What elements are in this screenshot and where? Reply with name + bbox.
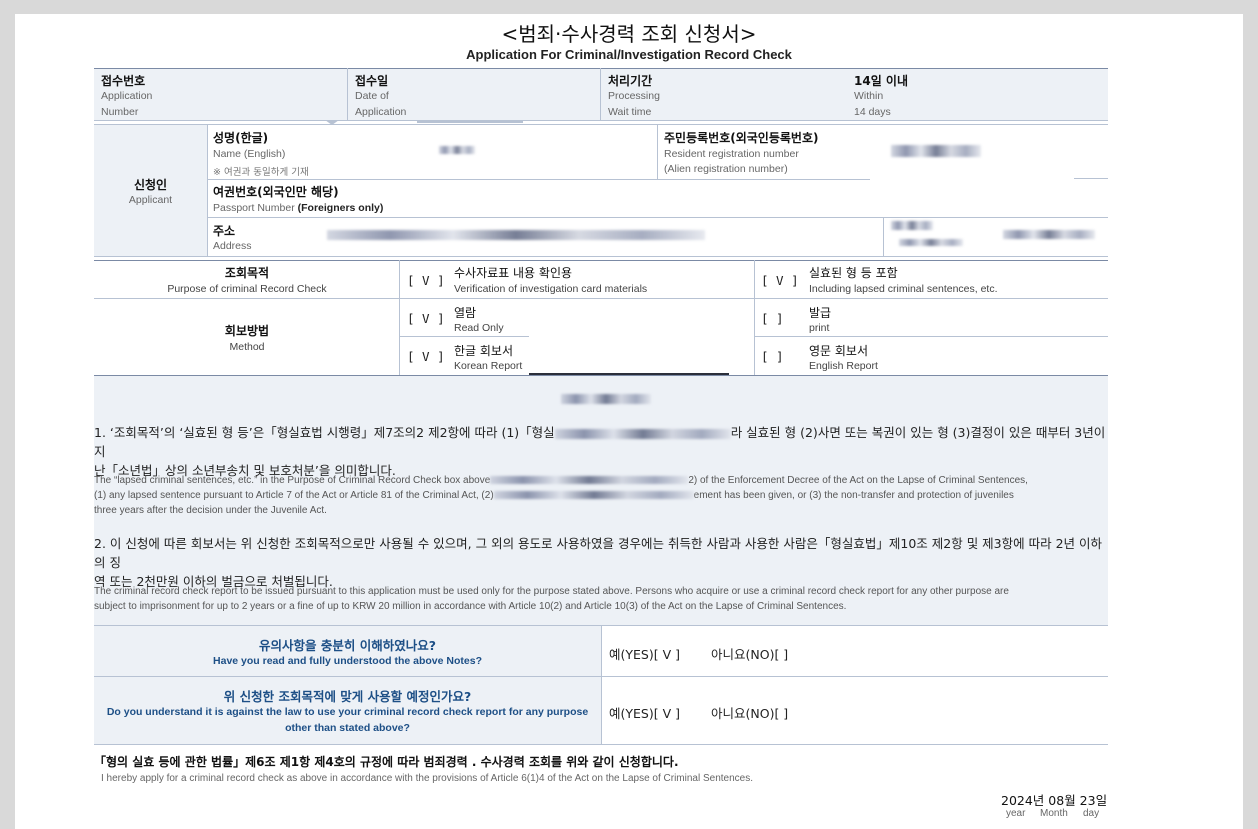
question-2-ko: 위 신청한 조회목적에 맞게 사용할 예정인가요? [223, 689, 472, 704]
application-date: 2024년 08월 23일 [1001, 793, 1108, 808]
purpose-option-2-label: 실효된 형 등 포함 [809, 266, 898, 280]
processing-period-en2: Wait time [608, 106, 652, 118]
redacted-note-1 [554, 428, 731, 439]
declaration-ko: 「형의 실효 등에 관한 법률」제6조 제1항 제4호의 규정에 따라 범죄경력… [94, 755, 679, 769]
english-report-checkbox[interactable]: [ ] [761, 349, 784, 364]
print-label: 발급 [809, 306, 832, 320]
receipt-number-en: Application [101, 90, 153, 102]
question-1-en: Have you read and fully understood the a… [213, 655, 482, 667]
date-year-label: year [1006, 808, 1026, 819]
processing-period-value-en: Within [854, 90, 884, 102]
processing-period-label: 처리기간 [608, 74, 653, 88]
redacted-name [439, 146, 475, 154]
korean-report-checkbox[interactable]: [ V ] [407, 349, 445, 364]
question-2-en: Do you understand it is against the law … [106, 706, 589, 734]
redacted-address [327, 230, 705, 240]
purpose-option-1-checkbox[interactable]: [ V ] [407, 273, 445, 288]
question-2-yes[interactable]: 예(YES)[ V ] [609, 703, 680, 722]
note-2-ko: 2. 이 신청에 따른 회보서는 위 신청한 조회목적으로만 사용될 수 있으며… [94, 536, 1103, 589]
question-1-no[interactable]: 아니요(NO)[ ] [711, 644, 788, 663]
application-date-en: Date of [355, 90, 389, 102]
read-only-label: 열람 [454, 306, 477, 320]
rrn-label-en: Resident registration number [664, 148, 799, 160]
redacted-rrn [891, 145, 981, 157]
redacted-address-2 [891, 221, 933, 230]
read-only-checkbox[interactable]: [ V ] [407, 311, 445, 326]
processing-period-en: Processing [608, 90, 660, 102]
purpose-option-1-en: Verification of investigation card mater… [454, 283, 648, 295]
rrn-label-en2: (Alien registration number) [664, 163, 788, 175]
method-label: 회보방법 [224, 324, 270, 338]
application-date-label: 접수일 [355, 74, 389, 88]
date-day-label: day [1083, 808, 1100, 819]
english-report-en: English Report [809, 360, 878, 372]
name-note: ※ 여권과 동일하게 기재 [213, 167, 309, 178]
purpose-label-en: Purpose of criminal Record Check [167, 283, 327, 295]
question-1-ko: 유의사항을 충분히 이해하였나요? [259, 638, 436, 653]
redacted-address-4 [1003, 230, 1095, 239]
korean-report-label: 한글 회보서 [454, 344, 514, 358]
note-1-en: The “lapsed criminal sentences, etc.” in… [94, 475, 1028, 516]
question-1-yes[interactable]: 예(YES)[ V ] [609, 644, 680, 663]
passport-label-en-bold: (Foreigners only) [297, 202, 384, 214]
print-en: print [809, 322, 830, 334]
name-label-en: Name (English) [213, 148, 286, 160]
application-form: <범죄·수사경력 조회 신청서> Application For Crimina… [15, 14, 1243, 829]
address-label-en: Address [213, 240, 252, 252]
korean-report-en: Korean Report [454, 360, 523, 372]
read-only-en: Read Only [454, 322, 504, 334]
purpose-label: 조회목적 [224, 266, 270, 280]
passport-label: 여권번호(외국인만 해당) [213, 185, 339, 199]
question-2-no[interactable]: 아니요(NO)[ ] [711, 703, 788, 722]
method-label-en: Method [229, 341, 265, 353]
english-report-label: 영문 회보서 [809, 344, 869, 358]
purpose-option-1-label: 수사자료표 내용 확인용 [454, 266, 573, 280]
processing-period-value: 14일 이내 [854, 74, 908, 88]
passport-label-en: Passport Number (Foreigners only) [213, 202, 384, 214]
applicant-label: 신청인 [133, 178, 168, 192]
form-title: <범죄·수사경력 조회 신청서> [501, 22, 757, 46]
note-2-en: The criminal record check report to be i… [94, 586, 1009, 612]
application-date-en2: Application [355, 106, 407, 118]
date-month-label: Month [1040, 808, 1068, 819]
rrn-label: 주민등록번호(외국인등록번호) [664, 131, 819, 145]
processing-period-value-en2: 14 days [854, 106, 891, 118]
declaration-en: I hereby apply for a criminal record che… [101, 773, 754, 784]
purpose-option-2-checkbox[interactable]: [ V ] [761, 273, 799, 288]
address-label: 주소 [213, 224, 236, 238]
name-label: 성명(한글) [213, 131, 269, 145]
redacted-note-1-en [490, 476, 689, 485]
receipt-number-label: 접수번호 [101, 74, 146, 88]
redacted-address-3 [899, 239, 963, 246]
date-underline [417, 120, 523, 123]
note-1-ko: 1. ‘조회목적’의 ‘실효된 형 등’은「형실효법 시행령」제7조의2 제2항… [94, 425, 1106, 478]
purpose-option-2-en: Including lapsed criminal sentences, etc… [809, 283, 998, 295]
form-subtitle: Application For Criminal/Investigation R… [466, 47, 792, 62]
print-checkbox[interactable]: [ ] [761, 311, 784, 326]
applicant-label-en: Applicant [128, 194, 173, 206]
redacted-note-1-en-2 [493, 491, 694, 500]
header-row [94, 68, 1108, 120]
receipt-number-en2: Number [101, 106, 139, 118]
redacted-notes-title [561, 394, 651, 404]
